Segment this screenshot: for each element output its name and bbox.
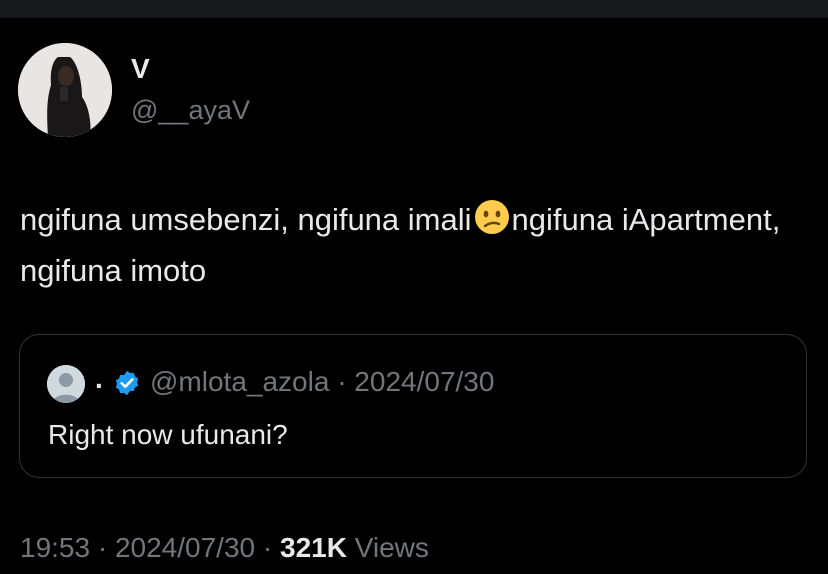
meta-separator: · xyxy=(337,366,347,397)
quoted-date[interactable]: 2024/07/30 xyxy=(354,366,494,397)
quoted-tweet[interactable]: . @mlota_azola · 2024/07/30 Right now uf… xyxy=(19,334,807,478)
default-avatar-icon xyxy=(47,365,85,403)
tweet-date[interactable]: 2024/07/30 xyxy=(115,532,255,563)
quoted-text: Right now ufunani? xyxy=(48,419,288,450)
tweet-text-part1: ngifuna umsebenzi, ngifuna imali xyxy=(20,202,472,237)
footer-separator: · xyxy=(262,532,273,563)
tweet-footer: 19:53 · 2024/07/30 · 321K Views xyxy=(20,532,429,564)
tweet-time[interactable]: 19:53 xyxy=(20,532,90,563)
footer-separator: · xyxy=(97,532,108,563)
quoted-author-handle[interactable]: @mlota_azola xyxy=(150,366,329,397)
views-count: 321K xyxy=(280,532,347,563)
author-name[interactable]: V xyxy=(131,53,150,85)
author-avatar[interactable] xyxy=(18,43,112,137)
tweet-text: ngifuna umsebenzi, ngifuna imali ngifuna… xyxy=(20,194,810,296)
quoted-author-avatar[interactable] xyxy=(47,365,85,403)
author-handle[interactable]: @__ayaV xyxy=(131,95,250,126)
quoted-author-name[interactable]: . xyxy=(95,363,103,395)
confused-face-icon xyxy=(474,200,509,234)
profile-photo-icon xyxy=(18,43,112,137)
top-bar xyxy=(0,0,828,18)
views-label: Views xyxy=(354,532,429,563)
quoted-meta: @mlota_azola · 2024/07/30 xyxy=(150,366,494,398)
verified-badge-icon xyxy=(115,370,139,396)
